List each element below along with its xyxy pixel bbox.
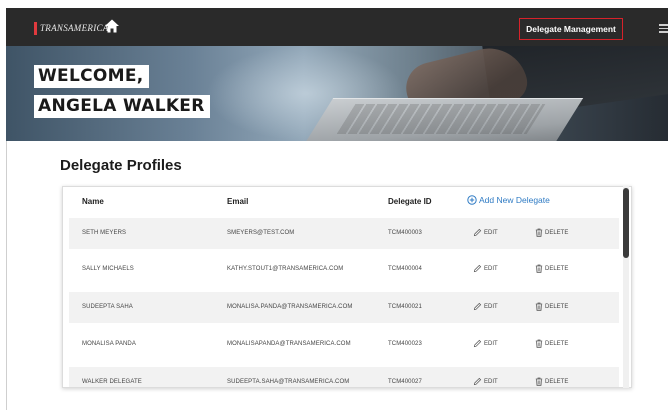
pencil-icon: [473, 228, 482, 237]
column-header-email: Email: [227, 197, 249, 206]
delete-button[interactable]: DELETE: [535, 264, 568, 273]
cell-delegate-id: TCM400003: [388, 230, 422, 236]
cell-name: SUDEEPTA SAHA: [82, 304, 133, 310]
pencil-icon: [473, 377, 482, 386]
trash-icon: [535, 302, 543, 311]
table-row: SUDEEPTA SAHA MONALISA.PANDA@TRANSAMERIC…: [69, 292, 619, 323]
delete-label: DELETE: [545, 303, 569, 310]
edit-button[interactable]: EDIT: [473, 377, 498, 386]
hero-banner: [6, 46, 668, 141]
delete-label: DELETE: [545, 229, 569, 236]
edit-label: EDIT: [484, 229, 498, 236]
trash-icon: [535, 377, 543, 386]
column-header-delegate-id: Delegate ID: [388, 197, 432, 206]
welcome-line-1: WELCOME,: [34, 65, 149, 88]
delete-button[interactable]: DELETE: [535, 302, 568, 311]
delete-label: DELETE: [545, 378, 569, 385]
add-new-delegate-label: Add New Delegate: [479, 195, 550, 205]
table-row: SETH MEYERS SMEYERS@TEST.COM TCM400003 E…: [69, 218, 619, 249]
brand-name: TRANSAMERICA: [40, 23, 109, 33]
table-row: SALLY MICHAELS KATHY.STOUT1@TRANSAMERICA…: [69, 254, 619, 285]
trash-icon: [535, 339, 543, 348]
home-icon[interactable]: [104, 18, 120, 34]
cell-email: SUDEEPTA.SAHA@TRANSAMERICA.COM: [227, 379, 350, 385]
cell-delegate-id: TCM400021: [388, 304, 422, 310]
page-left-border: [6, 140, 7, 410]
cell-name: MONALISA PANDA: [82, 341, 136, 347]
delegate-management-link[interactable]: Delegate Management: [519, 18, 623, 40]
logo-mark: [34, 21, 37, 35]
cell-delegate-id: TCM400004: [388, 266, 422, 272]
cell-email: SMEYERS@TEST.COM: [227, 230, 295, 236]
page-title: Delegate Profiles: [60, 157, 182, 174]
add-new-delegate-button[interactable]: Add New Delegate: [467, 195, 550, 205]
delete-label: DELETE: [545, 265, 569, 272]
app-frame: TRANSAMERICA Delegate Management WELCOME…: [0, 0, 668, 410]
cell-delegate-id: TCM400023: [388, 341, 422, 347]
edit-label: EDIT: [484, 340, 498, 347]
top-nav-bar: TRANSAMERICA Delegate Management: [6, 8, 668, 46]
table-scrollbar-thumb[interactable]: [623, 188, 629, 258]
cell-name: WALKER DELEGATE: [82, 379, 142, 385]
edit-button[interactable]: EDIT: [473, 302, 498, 311]
edit-button[interactable]: EDIT: [473, 264, 498, 273]
cell-delegate-id: TCM400027: [388, 379, 422, 385]
welcome-heading: WELCOME,: [34, 65, 149, 88]
brand-logo[interactable]: TRANSAMERICA: [34, 20, 109, 36]
delete-button[interactable]: DELETE: [535, 377, 568, 386]
welcome-line-2: ANGELA WALKER: [34, 95, 210, 118]
delete-button[interactable]: DELETE: [535, 228, 568, 237]
add-circle-icon: [467, 195, 477, 205]
cell-email: MONALISAPANDA@TRANSAMERICA.COM: [227, 341, 351, 347]
edit-label: EDIT: [484, 303, 498, 310]
welcome-user-name: ANGELA WALKER: [34, 95, 210, 118]
pencil-icon: [473, 264, 482, 273]
edit-label: EDIT: [484, 265, 498, 272]
edit-label: EDIT: [484, 378, 498, 385]
delete-label: DELETE: [545, 340, 569, 347]
cell-email: KATHY.STOUT1@TRANSAMERICA.COM: [227, 266, 344, 272]
edit-button[interactable]: EDIT: [473, 339, 498, 348]
column-header-name: Name: [82, 197, 104, 206]
cell-email: MONALISA.PANDA@TRANSAMERICA.COM: [227, 304, 353, 310]
cell-name: SALLY MICHAELS: [82, 266, 134, 272]
edit-button[interactable]: EDIT: [473, 228, 498, 237]
delegate-table: Name Email Delegate ID Add New Delegate …: [62, 186, 632, 388]
pencil-icon: [473, 302, 482, 311]
menu-icon[interactable]: [659, 24, 668, 33]
pencil-icon: [473, 339, 482, 348]
table-header: Name Email Delegate ID Add New Delegate: [63, 187, 631, 217]
table-row: MONALISA PANDA MONALISAPANDA@TRANSAMERIC…: [69, 329, 619, 360]
cell-name: SETH MEYERS: [82, 230, 127, 236]
trash-icon: [535, 264, 543, 273]
hero-keyboard-image: [336, 104, 546, 134]
delete-button[interactable]: DELETE: [535, 339, 568, 348]
trash-icon: [535, 228, 543, 237]
table-row: WALKER DELEGATE SUDEEPTA.SAHA@TRANSAMERI…: [69, 367, 619, 387]
